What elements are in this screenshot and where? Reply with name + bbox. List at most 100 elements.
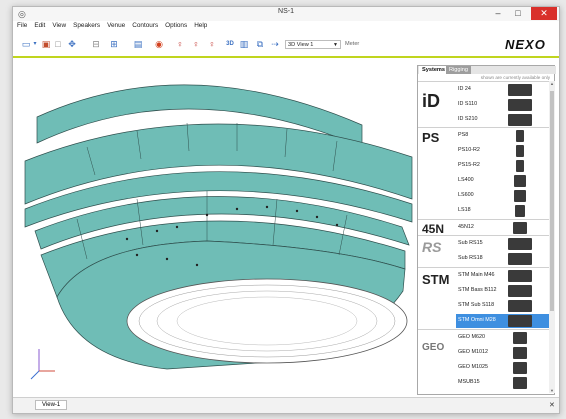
item-label: LS18: [458, 207, 471, 213]
list-item[interactable]: LS400: [456, 174, 549, 188]
menu-view[interactable]: View: [52, 21, 66, 31]
item-label: LS400: [458, 177, 474, 183]
chevron-down-icon: ▼: [333, 42, 338, 48]
dropdown-arrow-icon[interactable]: ▾: [32, 38, 38, 50]
speaker-color-icon[interactable]: ◉: [153, 38, 165, 50]
item-label: ID 24: [458, 86, 471, 92]
system-list: iD ID 24 ID S110 ID S210 PS PS8 PS10-R2 …: [418, 81, 549, 393]
list-item[interactable]: ID S110: [456, 98, 549, 112]
menu-help[interactable]: Help: [194, 21, 207, 31]
item-label: ID S110: [458, 101, 478, 107]
group-stm: STM STM Main M46 STM Bass B112 STM Sub S…: [418, 267, 549, 330]
list-item[interactable]: Sub RS18: [456, 252, 549, 266]
maximize-button[interactable]: □: [509, 7, 527, 20]
menu-bar: File Edit View Speakers Venue Contours O…: [13, 21, 559, 31]
list-item[interactable]: PS10-R2: [456, 144, 549, 158]
item-label: STM Main M46: [458, 272, 495, 278]
list-item[interactable]: GEO M1025: [456, 361, 549, 375]
panel-note: shown are currently available only: [480, 75, 550, 80]
list-item[interactable]: Sub RS15: [456, 237, 549, 251]
layers-icon[interactable]: ⧉: [255, 38, 265, 50]
tab-rigging[interactable]: Rigging: [446, 66, 471, 74]
menu-venue[interactable]: Venue: [107, 21, 125, 31]
3d-view-icon[interactable]: 3D: [225, 38, 235, 50]
tab-systems[interactable]: Systems: [419, 66, 449, 74]
systems-panel: Systems Rigging shown are currently avai…: [417, 65, 556, 395]
list-item[interactable]: ID 24: [456, 83, 549, 97]
view-tab-bar: View-1 ✕: [13, 397, 559, 413]
item-label: STM Omni M28: [458, 317, 496, 323]
app-window: ◎ NS-1 – □ ✕ File Edit View Speakers Ven…: [12, 6, 560, 414]
speaker-thumbnail: [508, 300, 532, 312]
menu-file[interactable]: File: [17, 21, 27, 31]
list-item[interactable]: LS600: [456, 189, 549, 203]
item-label: STM Bass B112: [458, 287, 497, 293]
speaker-thumbnail: [514, 175, 526, 187]
bars-icon[interactable]: ▥: [239, 38, 249, 50]
listener-2-icon[interactable]: ♀: [191, 38, 201, 50]
item-label: PS15-R2: [458, 162, 480, 168]
scroll-up-icon[interactable]: ▲: [549, 81, 555, 86]
speaker-thumbnail: [513, 332, 527, 344]
list-item-selected[interactable]: STM Omni M28: [456, 314, 549, 328]
list-item[interactable]: GEO M1012: [456, 346, 549, 360]
toolbar: ▭ ▾ ▣ □ ✥ ⊟ ⊞ ▤ ◉ ♀ ♀ ♀ 3D ▥ ⧉ ⇢ 3D View…: [13, 31, 559, 58]
speaker-thumbnail: [508, 99, 532, 111]
menu-edit[interactable]: Edit: [34, 21, 45, 31]
item-label: GEO M1012: [458, 349, 488, 355]
item-label: MSUB15: [458, 379, 480, 385]
scroll-down-icon[interactable]: ▼: [549, 388, 555, 393]
list-item[interactable]: GEO M620: [456, 331, 549, 345]
list-item[interactable]: STM Sub S118: [456, 299, 549, 313]
brand-logo-rs: RS: [422, 239, 442, 255]
3d-viewport[interactable]: [17, 59, 415, 395]
speaker-thumbnail: [508, 114, 532, 126]
panel-scrollbar[interactable]: ▲ ▼: [549, 81, 555, 393]
speaker-thumbnail: [516, 160, 524, 172]
align-icon[interactable]: ⊟: [91, 38, 101, 50]
menu-contours[interactable]: Contours: [132, 21, 158, 31]
list-item[interactable]: PS8: [456, 129, 549, 143]
speaker-thumbnail: [508, 270, 532, 282]
listener-1-icon[interactable]: ♀: [175, 38, 185, 50]
brand-logo-45n: 45N: [422, 222, 445, 236]
list-item[interactable]: STM Main M46: [456, 269, 549, 283]
speaker-thumbnail: [508, 238, 532, 250]
item-label: PS10-R2: [458, 147, 480, 153]
report-icon[interactable]: ▤: [133, 38, 143, 50]
item-label: GEO M620: [458, 334, 485, 340]
move-icon[interactable]: ✥: [67, 38, 77, 50]
item-label: GEO M1025: [458, 364, 488, 370]
list-item[interactable]: LS18: [456, 204, 549, 218]
item-label: Sub RS18: [458, 255, 483, 261]
minimize-button[interactable]: –: [489, 7, 507, 20]
speaker-thumbnail: [514, 190, 526, 202]
venue-3d-model[interactable]: [17, 59, 415, 395]
speaker-thumbnail: [513, 347, 527, 359]
scroll-thumb[interactable]: [550, 91, 554, 311]
speaker-thumbnail: [508, 253, 532, 265]
item-label: PS8: [458, 132, 469, 138]
list-item[interactable]: 45N12: [456, 221, 549, 235]
group-rs: RS Sub RS15 Sub RS18: [418, 235, 549, 268]
save-icon[interactable]: ▣: [41, 38, 51, 50]
new-icon[interactable]: □: [53, 38, 63, 50]
open-folder-icon[interactable]: ▭: [21, 38, 31, 50]
listener-3-icon[interactable]: ♀: [207, 38, 217, 50]
close-button[interactable]: ✕: [531, 7, 557, 20]
speaker-thumbnail: [508, 315, 532, 327]
list-item[interactable]: STM Bass B112: [456, 284, 549, 298]
view-select[interactable]: 3D View 1 ▼: [285, 40, 341, 49]
menu-speakers[interactable]: Speakers: [73, 21, 100, 31]
table-icon[interactable]: ⊞: [109, 38, 119, 50]
item-label: LS600: [458, 192, 474, 198]
window-title: NS-1: [278, 8, 294, 15]
menu-options[interactable]: Options: [165, 21, 187, 31]
list-item[interactable]: PS15-R2: [456, 159, 549, 173]
group-45n: 45N 45N12: [418, 219, 549, 236]
arrow-right-icon[interactable]: ⇢: [270, 38, 280, 50]
list-item[interactable]: MSUB15: [456, 376, 549, 390]
close-icon[interactable]: ✕: [549, 401, 555, 409]
list-item[interactable]: ID S210: [456, 113, 549, 127]
tab-view-1[interactable]: View-1: [35, 400, 68, 410]
